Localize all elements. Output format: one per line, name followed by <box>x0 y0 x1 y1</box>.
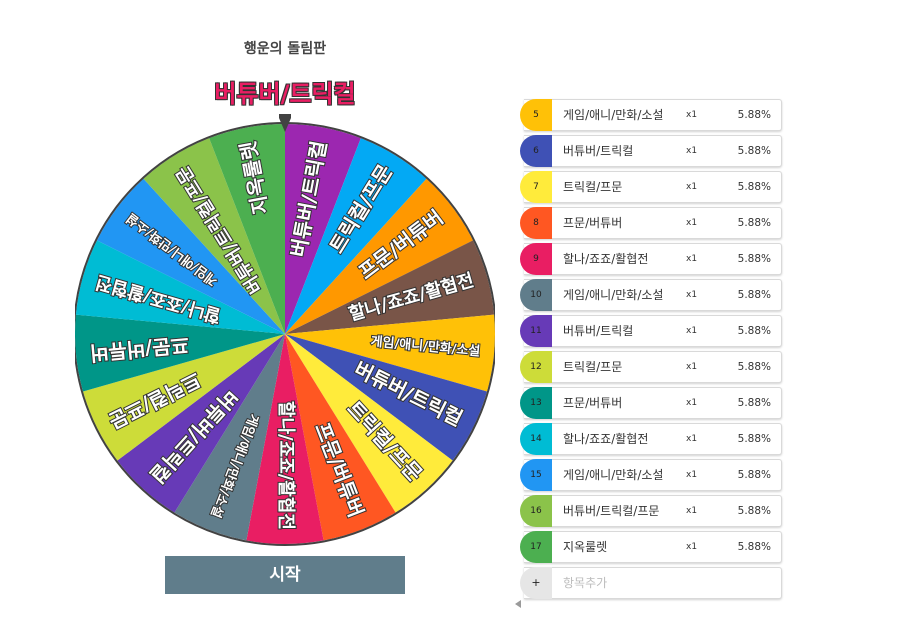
item-number-badge: 14 <box>520 423 552 455</box>
item-name: 버튜버/트릭컬 <box>563 144 634 158</box>
item-number-badge: 6 <box>520 135 552 167</box>
result-label: 버튜버/트릭컬 <box>214 79 357 109</box>
item-multiplier: x1 <box>686 182 698 192</box>
page-title: 행운의 돌림판 <box>243 41 327 57</box>
item-name: 프문/버튜버 <box>563 396 623 410</box>
item-percentage: 5.88% <box>737 289 771 301</box>
item-number-badge: 17 <box>520 531 552 563</box>
item-name: 버튜버/트릭컬 <box>563 324 634 338</box>
item-name: 게임/애니/만화/소설 <box>563 468 664 482</box>
item-number-badge: 16 <box>520 495 552 527</box>
item-number-badge: 11 <box>520 315 552 347</box>
wheel-graphic: 버튜버/트릭컬트릭컬/프문프문/버튜버할나/죠죠/활협전게임/애니/만화/소설버… <box>73 114 497 546</box>
item-multiplier: x1 <box>686 290 698 300</box>
list-item[interactable]: 10 게임/애니/만화/소설 x1 5.88% <box>520 279 782 311</box>
add-item-label: 항목추가 <box>563 576 608 590</box>
item-multiplier: x1 <box>686 506 698 516</box>
start-button[interactable]: 시작 <box>165 556 405 594</box>
item-percentage: 5.88% <box>737 325 771 337</box>
list-item[interactable]: 13 프문/버튜버 x1 5.88% <box>520 387 782 419</box>
item-percentage: 5.88% <box>737 145 771 157</box>
item-number-badge: 13 <box>520 387 552 419</box>
item-name: 프문/버튜버 <box>563 216 623 230</box>
item-list: 5 게임/애니/만화/소설 x1 5.88% 6 버튜버/트릭컬 x1 5.88% 7 트릭컬/프… <box>520 98 810 608</box>
item-multiplier: x1 <box>686 146 698 156</box>
item-multiplier: x1 <box>686 326 698 336</box>
item-percentage: 5.88% <box>737 541 771 553</box>
item-number-badge: 15 <box>520 459 552 491</box>
item-number-badge: 10 <box>520 279 552 311</box>
list-item[interactable]: 16 버튜버/트릭컬/프문 x1 5.88% <box>520 495 782 527</box>
item-name: 버튜버/트릭컬/프문 <box>563 504 660 518</box>
scroll-left-arrow-icon[interactable] <box>515 600 521 608</box>
item-multiplier: x1 <box>686 398 698 408</box>
wheel-segment-label: 할나/죠죠/활협전 <box>275 401 297 530</box>
item-name: 게임/애니/만화/소설 <box>563 108 664 122</box>
item-multiplier: x1 <box>686 470 698 480</box>
roulette-wheel[interactable]: 버튜버/트릭컬 트릭컬/프문 프문/버튜버 할나/죠죠/활협전 게임/애니/만화/소설 버… <box>73 108 497 548</box>
item-percentage: 5.88% <box>737 181 771 193</box>
list-item[interactable]: 8 프문/버튜버 x1 5.88% <box>520 207 782 239</box>
list-item[interactable]: 7 트릭컬/프문 x1 5.88% <box>520 171 782 203</box>
item-multiplier: x1 <box>686 218 698 228</box>
item-multiplier: x1 <box>686 434 698 444</box>
item-name: 할나/죠죠/활협전 <box>563 432 649 446</box>
item-name: 트릭컬/프문 <box>563 360 623 374</box>
item-name: 할나/죠죠/활협전 <box>563 252 649 266</box>
list-item[interactable]: 11 버튜버/트릭컬 x1 5.88% <box>520 315 782 347</box>
list-item[interactable]: 5 게임/애니/만화/소설 x1 5.88% <box>520 99 782 131</box>
plus-icon: + <box>520 567 552 599</box>
item-percentage: 5.88% <box>737 469 771 481</box>
item-number-badge: 12 <box>520 351 552 383</box>
item-percentage: 5.88% <box>737 397 771 409</box>
item-percentage: 5.88% <box>737 217 771 229</box>
item-percentage: 5.88% <box>737 433 771 445</box>
list-item[interactable]: 9 할나/죠죠/활협전 x1 5.88% <box>520 243 782 275</box>
item-number-badge: 8 <box>520 207 552 239</box>
item-percentage: 5.88% <box>737 253 771 265</box>
item-multiplier: x1 <box>686 542 698 552</box>
item-number-badge: 7 <box>520 171 552 203</box>
list-item[interactable]: 15 게임/애니/만화/소설 x1 5.88% <box>520 459 782 491</box>
item-percentage: 5.88% <box>737 505 771 517</box>
add-item-row[interactable]: + 항목추가 <box>520 567 782 599</box>
item-percentage: 5.88% <box>737 361 771 373</box>
item-name: 트릭컬/프문 <box>563 180 623 194</box>
item-name: 게임/애니/만화/소설 <box>563 288 664 302</box>
list-item[interactable]: 17 지옥룰렛 x1 5.88% <box>520 531 782 563</box>
list-item[interactable]: 6 버튜버/트릭컬 x1 5.88% <box>520 135 782 167</box>
item-number-badge: 9 <box>520 243 552 275</box>
item-multiplier: x1 <box>686 254 698 264</box>
item-multiplier: x1 <box>686 362 698 372</box>
item-name: 지옥룰렛 <box>563 540 608 554</box>
item-percentage: 5.88% <box>737 109 771 121</box>
list-item[interactable]: 14 할나/죠죠/활협전 x1 5.88% <box>520 423 782 455</box>
item-number-badge: 5 <box>520 99 552 131</box>
list-item[interactable]: 12 트릭컬/프문 x1 5.88% <box>520 351 782 383</box>
item-multiplier: x1 <box>686 110 698 120</box>
